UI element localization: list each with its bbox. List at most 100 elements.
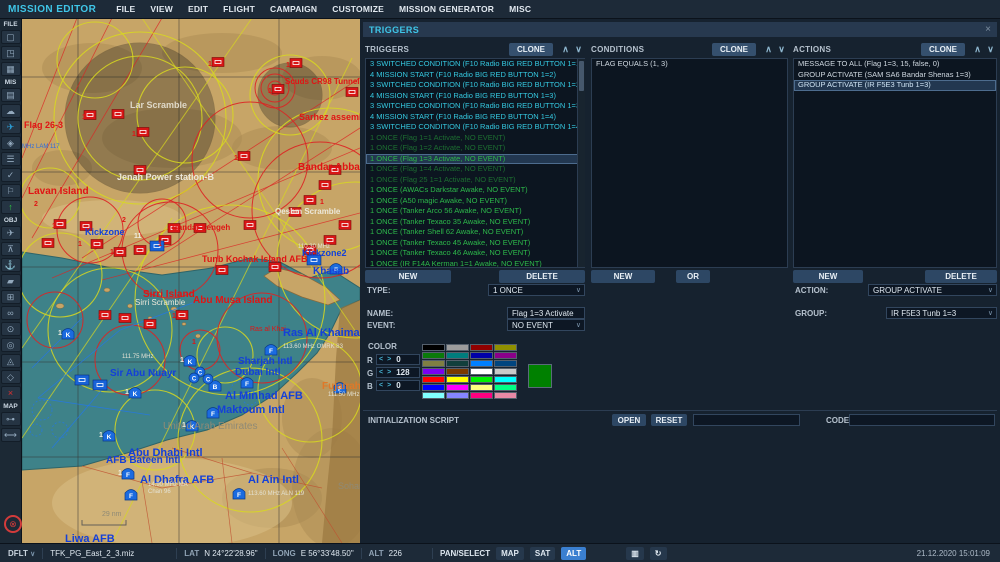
clone-condition-button[interactable]: CLONE [712,43,756,56]
static-object-icon[interactable]: ⊞ [1,290,21,304]
trigger-item[interactable]: 1 ONCE (Tanker Texaco 35 Awake, NO EVENT… [366,217,584,228]
move-trigger-down-icon[interactable]: ∨ [572,44,585,55]
palette-swatch[interactable] [446,344,469,351]
palette-swatch[interactable] [494,344,517,351]
trigger-item[interactable]: 3 SWITCHED CONDITION (F10 Radio BIG RED … [366,80,584,91]
trigger-item[interactable]: 4 MISSION START (F10 Radio BIG RED BUTTO… [366,70,584,81]
triggers-scrollbar-thumb[interactable] [579,61,584,91]
green-channel-stepper[interactable]: < > 128 [376,367,420,378]
trigger-item[interactable]: 1 ONCE (Tanker Shell 62 Awake, NO EVENT) [366,227,584,238]
panel-icon[interactable]: ▥ [626,547,644,560]
decrement-icon[interactable]: < [377,356,385,363]
palette-swatch[interactable] [494,376,517,383]
palette-swatch[interactable] [422,360,445,367]
new-mission-icon[interactable]: ▢ [1,30,21,44]
player-aircraft-icon[interactable]: ✈ [1,120,21,134]
action-item[interactable]: MESSAGE TO ALL (Flag 1=3, 15, false, 0) [794,59,996,70]
palette-swatch[interactable] [494,384,517,391]
triggers-scrollbar[interactable] [577,59,585,267]
trigger-item[interactable]: 1 ONCE (Flag 25 1=1 Activate, NO EVENT) [366,175,584,186]
palette-swatch[interactable] [446,376,469,383]
palette-swatch[interactable] [470,360,493,367]
move-trigger-up-icon[interactable]: ∧ [559,44,572,55]
move-condition-down-icon[interactable]: ∨ [775,44,788,55]
menu-item-edit[interactable]: EDIT [188,4,208,14]
conditions-list[interactable]: FLAG EQUALS (1, 3) [591,58,788,268]
palette-swatch[interactable] [470,392,493,399]
triggers-list[interactable]: 3 SWITCHED CONDITION (F10 Radio BIG RED … [365,58,585,268]
move-action-up-icon[interactable]: ∧ [971,44,984,55]
action-group-select[interactable]: IR F5E3 Tunb 1=3 ∨ [886,307,997,319]
trigger-type-select[interactable]: 1 ONCE ∨ [488,284,585,296]
reset-script-button[interactable]: RESET [651,414,687,426]
ship-icon[interactable]: ⚓ [1,258,21,272]
trigger-item[interactable]: 1 ONCE (AWACs Darkstar Awake, NO EVENT) [366,185,584,196]
increment-icon[interactable]: > [385,382,393,389]
open-mission-icon[interactable]: ◳ [1,46,21,60]
exit-icon[interactable]: ⊗ [4,515,22,533]
trigger-item[interactable]: 1 ONCE (Flag 1=4 Activate, NO EVENT) [366,164,584,175]
menu-item-customize[interactable]: CUSTOMIZE [332,4,384,14]
trigger-item[interactable]: 1 ONCE (Flag 1=1 Activate, NO EVENT) [366,133,584,144]
ruler-icon[interactable]: ⟷ [1,428,21,442]
red-channel-stepper[interactable]: < > 0 [376,354,420,365]
trigger-item[interactable]: 1 ONCE (Tanker Texaco 45 Awake, NO EVENT… [366,238,584,249]
template-icon[interactable]: ◬ [1,354,21,368]
shapes-icon[interactable]: ◇ [1,370,21,384]
action-item[interactable]: GROUP ACTIVATE (SAM SA6 Bandar Shenas 1=… [794,70,996,81]
action-type-select[interactable]: GROUP ACTIVATE ∨ [868,284,997,296]
clone-trigger-button[interactable]: CLONE [509,43,553,56]
trigger-name-input[interactable]: Flag 1=3 Activate [507,307,585,319]
dialog-titlebar[interactable]: TRIGGERS × [363,22,997,37]
goals-icon[interactable]: ✓ [1,168,21,182]
sat-layer-button[interactable]: SAT [530,547,555,560]
target-icon[interactable]: ◎ [1,338,21,352]
trigger-item[interactable]: 1 ONCE (IR F14A Kerman 1=1 Awake, NO EVE… [366,259,584,269]
or-condition-button[interactable]: OR [676,270,710,283]
trigger-item[interactable]: 1 ONCE (Flag 1=2 Activate, NO EVENT) [366,143,584,154]
trigger-item[interactable]: 1 ONCE (Tanker Texaco 46 Awake, NO EVENT… [366,248,584,259]
move-action-down-icon[interactable]: ∨ [984,44,997,55]
trigger-item[interactable]: 4 MISSION START (F10 Radio BIG RED BUTTO… [366,91,584,102]
alt-layer-button[interactable]: ALT [561,547,586,560]
palette-swatch[interactable] [494,352,517,359]
trigger-event-select[interactable]: NO EVENT ∨ [507,319,585,331]
briefing-icon[interactable]: ▤ [1,88,21,102]
palette-swatch[interactable] [470,352,493,359]
zone-icon[interactable]: ⊙ [1,322,21,336]
palette-swatch[interactable] [446,352,469,359]
menu-item-file[interactable]: FILE [116,4,135,14]
condition-item[interactable]: FLAG EQUALS (1, 3) [592,59,787,70]
action-item-selected[interactable]: GROUP ACTIVATE (IR F5E3 Tunb 1=3) [794,80,996,91]
map-layer-button[interactable]: MAP [496,547,524,560]
palette-swatch[interactable] [422,392,445,399]
triggers-icon[interactable]: ◈ [1,136,21,150]
palette-swatch[interactable] [470,368,493,375]
map-canvas[interactable]: KKKKKFFFFFFFFBCCCScuds CR98 TunnelsLar S… [22,18,360,543]
clone-action-button[interactable]: CLONE [921,43,965,56]
palette-swatch[interactable] [494,360,517,367]
pan-select-mode[interactable]: PAN/SELECT [440,549,490,558]
increment-icon[interactable]: > [385,369,393,376]
column-icon[interactable]: ∞ [1,306,21,320]
blue-channel-stepper[interactable]: < > 0 [376,380,420,391]
decrement-icon[interactable]: < [377,369,385,376]
palette-swatch[interactable] [422,384,445,391]
increment-icon[interactable]: > [385,356,393,363]
new-condition-button[interactable]: NEW [591,270,655,283]
menu-item-misc[interactable]: MISC [509,4,531,14]
new-action-button[interactable]: NEW [793,270,863,283]
palette-swatch[interactable] [470,376,493,383]
trigger-item[interactable]: 4 MISSION START (F10 Radio BIG RED BUTTO… [366,112,584,123]
script-code-input[interactable] [849,414,995,426]
palette-swatch[interactable] [422,376,445,383]
close-icon[interactable]: × [985,24,991,35]
new-trigger-button[interactable]: NEW [365,270,451,283]
script-file-input[interactable] [693,414,800,426]
vehicle-icon[interactable]: ▰ [1,274,21,288]
rules-icon[interactable]: ☰ [1,152,21,166]
key-icon[interactable]: ⊶ [1,412,21,426]
menu-item-mission-generator[interactable]: MISSION GENERATOR [399,4,494,14]
helicopter-icon[interactable]: ⊼ [1,242,21,256]
trigger-item-selected[interactable]: 1 ONCE (Flag 1=3 Activate, NO EVENT) [366,154,584,165]
